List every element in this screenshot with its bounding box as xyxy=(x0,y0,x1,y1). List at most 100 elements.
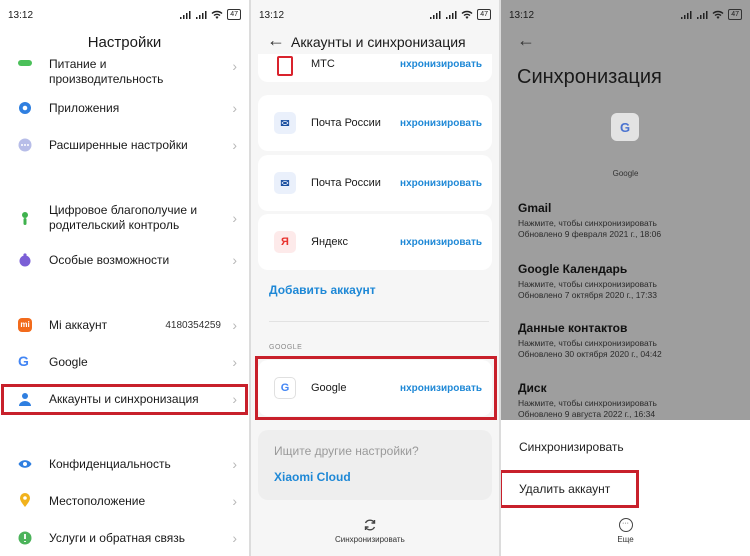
settings-item-label: Особые возможности xyxy=(49,253,170,267)
back-arrow-icon[interactable]: ← xyxy=(517,30,535,51)
google-icon: G xyxy=(611,113,639,141)
battery-icon: 47 xyxy=(477,9,491,20)
signal-icon xyxy=(681,10,692,19)
account-name: МТС xyxy=(311,58,335,70)
add-account-button[interactable]: Добавить аккаунт xyxy=(269,283,376,297)
settings-item-apps[interactable]: Приложения › xyxy=(0,98,249,118)
sync-item-hint: Нажмите, чтобы синхронизировать xyxy=(518,338,657,348)
settings-item-advanced[interactable]: Расширенные настройки › xyxy=(0,135,249,155)
account-card-pochta-2[interactable]: ✉ Почта России нхронизировать xyxy=(258,155,492,211)
page-title: Настройки xyxy=(87,34,162,51)
chevron-right-icon: › xyxy=(232,100,237,116)
account-card-pochta-1[interactable]: ✉ Почта России нхронизировать xyxy=(258,95,492,151)
account-card-yandex[interactable]: Я Яндекс нхронизировать xyxy=(258,214,492,270)
wifi-icon xyxy=(461,10,473,19)
sync-link[interactable]: нхронизировать xyxy=(400,118,482,129)
sync-link[interactable]: нхронизировать xyxy=(400,178,482,189)
sync-item-drive[interactable]: Диск Нажмите, чтобы синхронизировать Обн… xyxy=(518,381,657,420)
settings-item-privacy[interactable]: Конфиденциальность › xyxy=(0,454,249,474)
dimmed-background: 13:12 47 ← Синхронизация G Google Gmail … xyxy=(501,0,750,420)
highlight-box xyxy=(255,356,497,420)
sync-item-calendar[interactable]: Google Календарь Нажмите, чтобы синхрони… xyxy=(518,262,657,301)
page-title: Аккаунты и синхронизация xyxy=(291,34,466,50)
sync-item-name: Данные контактов xyxy=(518,321,628,335)
section-header: GOOGLE xyxy=(269,344,303,351)
settings-item-label: родительский контроль xyxy=(49,218,180,232)
status-time: 13:12 xyxy=(259,10,285,21)
sync-item-gmail[interactable]: Gmail Нажмите, чтобы синхронизировать Об… xyxy=(518,201,661,240)
sync-item-updated: Обновлено 9 августа 2022 г., 16:34 xyxy=(518,409,656,419)
xiaomi-cloud-link[interactable]: Xiaomi Cloud xyxy=(274,470,351,484)
status-bar: 13:12 47 xyxy=(501,0,750,30)
google-icon: G xyxy=(18,353,29,369)
settings-item-power[interactable]: Питание и производительность › xyxy=(0,54,249,88)
location-pin-icon xyxy=(20,493,30,507)
page-title: Синхронизация xyxy=(517,66,662,88)
sync-screen: 13:12 47 ← Синхронизация G Google Gmail … xyxy=(501,0,750,556)
settings-item-mi-account[interactable]: mi Mi аккаунт 4180354259 › xyxy=(0,315,249,335)
signal-icon xyxy=(180,10,191,19)
more-button[interactable]: ··· Еще xyxy=(501,518,750,544)
settings-item-label: Цифровое благополучие и xyxy=(49,203,198,217)
settings-item-feedback[interactable]: Услуги и обратная связь › xyxy=(0,528,249,548)
signal-icon xyxy=(430,10,441,19)
account-label: Google xyxy=(612,169,639,178)
status-bar: 13:12 47 xyxy=(251,0,499,30)
sync-item-hint: Нажмите, чтобы синхронизировать xyxy=(518,279,657,289)
chevron-right-icon: › xyxy=(232,456,237,472)
wifi-icon xyxy=(211,10,223,19)
bottom-sheet-menu: Синхронизировать Удалить аккаунт ··· Еще xyxy=(501,420,750,556)
settings-item-label: производительность xyxy=(49,72,164,86)
chevron-right-icon: › xyxy=(232,317,237,333)
menu-item-sync[interactable]: Синхронизировать xyxy=(519,440,624,454)
chevron-right-icon: › xyxy=(232,252,237,268)
account-name: Яндекс xyxy=(311,236,348,248)
battery-icon: 47 xyxy=(227,9,241,20)
sync-item-name: Google Календарь xyxy=(518,262,628,276)
settings-item-accessibility[interactable]: Особые возможности › xyxy=(0,250,249,270)
feedback-icon xyxy=(18,531,32,545)
mi-logo-icon: mi xyxy=(18,318,32,332)
back-arrow-icon[interactable]: ← xyxy=(267,30,285,51)
settings-item-wellbeing[interactable]: Цифровое благополучие и родительский конт… xyxy=(0,202,249,234)
chevron-right-icon: › xyxy=(232,493,237,509)
account-card-mts[interactable]: МТС нхронизировать xyxy=(258,54,492,82)
signal-icon xyxy=(196,10,207,19)
settings-item-label: Услуги и обратная связь xyxy=(49,531,186,545)
chevron-right-icon: › xyxy=(232,210,237,226)
chevron-right-icon: › xyxy=(232,58,237,74)
wellbeing-icon xyxy=(22,212,28,225)
sync-item-hint: Нажмите, чтобы синхронизировать xyxy=(518,398,657,408)
settings-item-label: Приложения xyxy=(49,101,120,115)
settings-item-label: Конфиденциальность xyxy=(49,457,171,471)
sync-item-hint: Нажмите, чтобы синхронизировать xyxy=(518,218,657,228)
mts-logo-icon xyxy=(277,56,293,76)
mi-account-id: 4180354259 xyxy=(165,320,221,331)
settings-item-label: Mi аккаунт xyxy=(49,318,108,332)
account-name: Почта России xyxy=(311,177,381,189)
settings-item-label: Местоположение xyxy=(49,494,146,508)
chevron-right-icon: › xyxy=(232,137,237,153)
sync-all-button[interactable]: Синхронизировать xyxy=(335,518,405,544)
sync-link[interactable]: нхронизировать xyxy=(400,237,482,248)
pochta-logo-icon: ✉ xyxy=(274,172,296,194)
more-dots-icon: ··· xyxy=(618,518,633,532)
settings-item-location[interactable]: Местоположение › xyxy=(0,491,249,511)
account-name: Почта России xyxy=(311,117,381,129)
settings-item-label: Питание и xyxy=(49,57,107,71)
divider xyxy=(269,321,489,322)
search-prompt: Ищите другие настройки? xyxy=(274,444,419,458)
battery-icon xyxy=(18,60,32,66)
signal-icon xyxy=(697,10,708,19)
sync-link[interactable]: нхронизировать xyxy=(400,59,482,70)
settings-item-google[interactable]: G Google › xyxy=(0,352,249,372)
more-dots-icon xyxy=(18,138,32,152)
sync-item-contacts[interactable]: Данные контактов Нажмите, чтобы синхрони… xyxy=(518,321,662,360)
settings-item-label: Расширенные настройки xyxy=(49,138,188,152)
chevron-right-icon: › xyxy=(232,530,237,546)
accounts-screen: 13:12 47 ← Аккаунты и синхронизация МТС … xyxy=(251,0,499,556)
sync-all-label: Синхронизировать xyxy=(335,535,405,544)
battery-icon: 47 xyxy=(728,9,742,20)
status-bar: 13:12 47 xyxy=(0,0,249,30)
sync-item-name: Диск xyxy=(518,381,547,395)
